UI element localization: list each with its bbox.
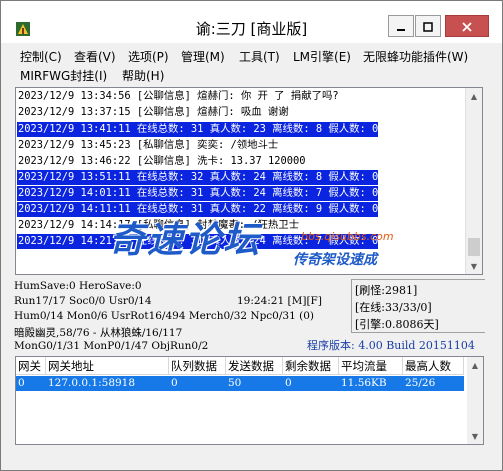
close-button[interactable] — [445, 15, 489, 37]
gateway-table[interactable]: 网关 网关地址 队列数据 发送数据 剩余数据 平均流量 最高人数 0 127.0… — [15, 356, 484, 445]
menu-options[interactable]: 选项(P) — [128, 48, 169, 65]
log-line-highlight: 2023/12/9 13:51:11 在线总数: 32 真人数: 24 离线数:… — [17, 170, 379, 185]
maximize-icon — [423, 17, 433, 36]
minimize-icon — [396, 17, 406, 36]
menu-plugins[interactable]: 无限蜂功能插件(W) — [363, 48, 468, 65]
title-bar[interactable]: 谕:三刀 [商业版] — [1, 1, 502, 43]
run-stats: Run17/17 Soc0/0 Usr0/14 — [14, 295, 152, 307]
scroll-thumb[interactable] — [468, 238, 480, 256]
minimize-button[interactable] — [388, 15, 414, 37]
server-time: 19:24:21 [M][F] — [237, 295, 322, 307]
watermark-subtitle: 传奇架设速成 — [293, 252, 377, 268]
menu-lm-engine[interactable]: LM引擎(E) — [293, 48, 351, 65]
scroll-up-icon[interactable]: ▲ — [467, 357, 483, 373]
human-monster-stats: Hum0/14 Mon0/6 UsrRot16/494 Merch0/32 Np… — [14, 310, 314, 322]
log-line-highlight: 2023/12/9 14:01:11 在线总数: 31 真人数: 24 离线数:… — [17, 186, 379, 201]
save-stats: HumSave:0 HeroSave:0 — [14, 280, 142, 292]
cell-traffic: 11.56KB — [341, 377, 387, 389]
server-window: 谕:三刀 [商业版] 控制(C) 查看(V) 选项(P) 管理(M) 工具(T)… — [0, 0, 503, 471]
monster-map-info: 暗殿幽灵,58/76 - 从林狼蛛/16/117 — [14, 327, 183, 339]
cell-gateway: 0 — [18, 377, 25, 389]
column-header-remaining[interactable]: 剩余数据 — [283, 357, 339, 375]
cell-sent: 50 — [228, 377, 242, 389]
menu-view[interactable]: 查看(V) — [74, 48, 116, 65]
menu-bar: 控制(C) 查看(V) 选项(P) 管理(M) 工具(T) LM引擎(E) 无限… — [1, 44, 502, 84]
column-header-max-users[interactable]: 最高人数 — [403, 357, 464, 375]
column-header-queue[interactable]: 队列数据 — [169, 357, 226, 375]
log-line-highlight: 2023/12/9 13:41:11 在线总数: 31 真人数: 23 离线数:… — [17, 122, 379, 137]
engine-uptime: [引擎:0.8086天] — [355, 318, 439, 331]
cell-max-users: 25/26 — [405, 377, 436, 389]
program-version: 程序版本: 4.00 Build 20151104 — [307, 339, 475, 352]
monster-object-stats: MonG0/1/31 MonP0/1/47 ObjRun0/2 — [14, 340, 209, 352]
scroll-down-icon[interactable]: ▼ — [466, 258, 482, 274]
log-line: 2023/12/9 13:45:23 [私聊信息] 奕奕: /领地斗士 — [18, 139, 279, 151]
watermark-url: bbs.qisubbs.com — [301, 230, 394, 243]
column-header-traffic[interactable]: 平均流量 — [339, 357, 403, 375]
log-scrollbar[interactable]: ▲ ▼ — [465, 88, 482, 274]
watermark-logo-text: 奇速论坛 — [109, 220, 262, 261]
menu-control[interactable]: 控制(C) — [20, 48, 62, 65]
column-header-address[interactable]: 网关地址 — [46, 357, 169, 375]
refresh-monster-count: [刷怪:2981] — [355, 284, 418, 297]
cell-remaining: 0 — [285, 377, 292, 389]
menu-anticheat[interactable]: MIRFWG封挂(I) — [20, 67, 107, 84]
table-scrollbar[interactable]: ▲ ▼ — [467, 357, 483, 444]
online-count: [在线:33/33/0] — [355, 301, 432, 314]
scroll-up-icon[interactable]: ▲ — [466, 88, 482, 104]
log-line: 2023/12/9 13:37:15 [公聊信息] 煊赫门: 吸血 谢谢 — [18, 106, 289, 118]
log-line: 2023/12/9 13:34:56 [公聊信息] 煊赫门: 你 开 了 捐献了… — [18, 90, 339, 102]
menu-help[interactable]: 帮助(H) — [122, 67, 164, 84]
cell-queue: 0 — [171, 377, 178, 389]
log-line: 2023/12/9 13:46:22 [公聊信息] 洗卡: 13.37 1200… — [18, 155, 306, 167]
cell-address: 127.0.0.1:58918 — [48, 377, 136, 389]
menu-manage[interactable]: 管理(M) — [181, 48, 225, 65]
column-header-gateway[interactable]: 网关 — [16, 357, 46, 375]
scroll-down-icon[interactable]: ▼ — [467, 428, 483, 444]
close-icon — [462, 17, 472, 36]
menu-tools[interactable]: 工具(T) — [239, 48, 280, 65]
column-header-sent[interactable]: 发送数据 — [226, 357, 283, 375]
maximize-button[interactable] — [415, 15, 441, 37]
